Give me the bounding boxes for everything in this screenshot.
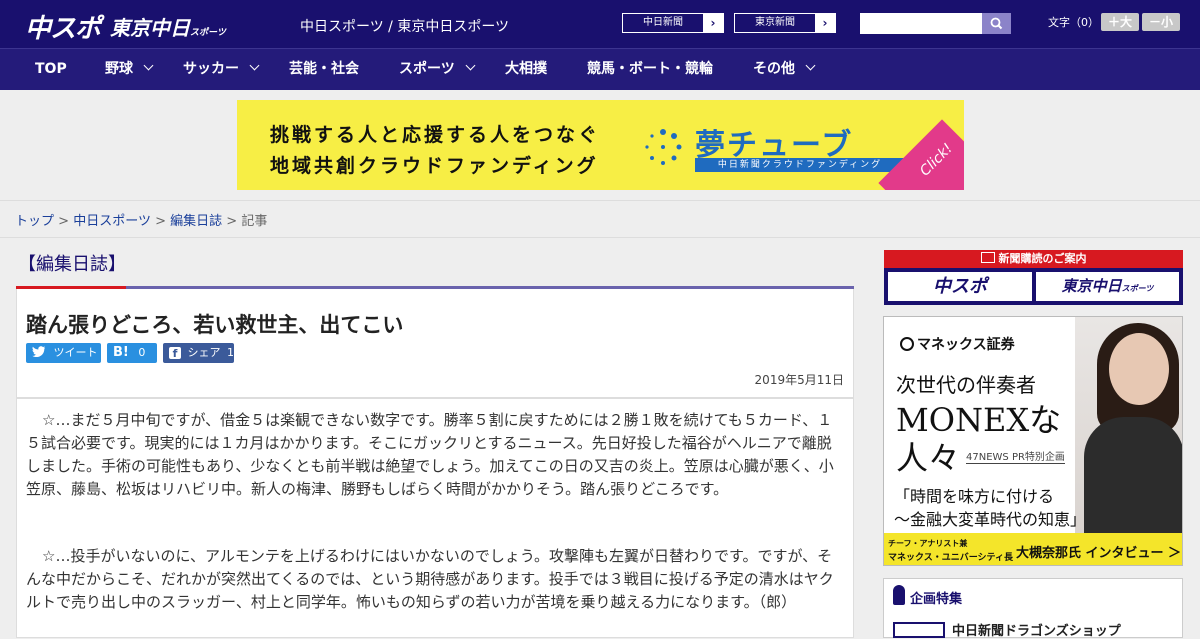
article-title: 踏ん張りどころ、若い救世主、出てこい <box>26 313 404 337</box>
nav-item-label: 大相撲 <box>505 61 547 77</box>
nav-item-entertainment[interactable]: 芸能・社会 <box>289 49 359 90</box>
ad-quote-1: 「時間を味方に付ける <box>894 487 1055 506</box>
nav-item-label: スポーツ <box>399 61 455 77</box>
nav-item-label: 芸能・社会 <box>289 61 359 77</box>
subscribe-tokyo-chunichi-small: スポーツ <box>1121 284 1154 293</box>
nav-item-sports[interactable]: スポーツ <box>399 49 476 90</box>
breadcrumb-top[interactable]: トップ <box>15 214 54 229</box>
nav-item-label: 野球 <box>105 61 133 77</box>
article-date: 2019年5月11日 <box>754 373 844 387</box>
nav-item-label: TOP <box>35 61 67 77</box>
site-title[interactable]: 中日スポーツ / 東京中日スポーツ <box>300 16 509 36</box>
breadcrumb-separator: > <box>155 214 166 229</box>
facebook-share-count: 1 <box>227 346 234 359</box>
category-heading: 【編集日誌】 <box>18 254 126 275</box>
header-bar: 中スポ 東京中日スポーツ 中日スポーツ / 東京中日スポーツ 中日新聞 › 東京… <box>0 0 1200 48</box>
nav-item-top[interactable]: TOP <box>35 49 67 90</box>
ad-role-2: マネックス・ユニバーシティ長 <box>888 553 1014 563</box>
font-larger-button[interactable]: ＋大 <box>1101 13 1139 31</box>
search-input[interactable] <box>860 13 982 34</box>
monex-brand-label: マネックス証券 <box>917 337 1015 353</box>
ad-interviewee-name: 大槻奈那氏 インタビュー ＞ <box>1016 546 1182 561</box>
ad-role-1: チーフ・アナリスト兼 <box>888 539 968 548</box>
monex-logo-icon <box>900 337 914 351</box>
ad-title-3: 人々 <box>896 439 961 477</box>
nav-item-sumo[interactable]: 大相撲 <box>505 49 547 90</box>
banner-subtitle: 中日新聞クラウドファンディング <box>695 158 905 172</box>
ribbon-icon <box>893 585 905 605</box>
subscribe-tokyo-chunichi-link[interactable]: 東京中日スポーツ <box>1036 272 1179 301</box>
facebook-share-label: シェア <box>187 346 221 359</box>
breadcrumb-chunichi-sports[interactable]: 中日スポーツ <box>73 214 151 229</box>
hatena-count: 0 <box>138 346 146 359</box>
chevron-down-icon <box>465 60 476 71</box>
chevron-down-icon <box>249 60 260 71</box>
subscription-title-label: 新聞購読のご案内 <box>998 252 1087 265</box>
nav-item-soccer[interactable]: サッカー <box>183 49 260 90</box>
breadcrumb-current: 記事 <box>241 214 268 229</box>
tokyo-chunichi-logo-text: 東京中日 <box>110 16 190 40</box>
portrait-face <box>1109 333 1169 405</box>
banner-line-1: 挑戦する人と応援する人をつなぐ <box>270 124 601 146</box>
facebook-share-button[interactable]: f シェア 1 <box>163 343 234 363</box>
chuspo-logo[interactable]: 中スポ <box>25 8 101 45</box>
subscribe-tokyo-chunichi-label: 東京中日 <box>1061 277 1122 295</box>
ad-quote-2: ～金融大変革時代の知恵」 <box>894 510 1087 529</box>
facebook-icon: f <box>169 347 181 360</box>
portrait-body <box>1084 417 1182 533</box>
nav-item-racing[interactable]: 競馬・ボート・競輪 <box>587 49 713 90</box>
chunichi-shimbun-link[interactable]: 中日新聞 › <box>622 13 724 33</box>
feature-title: 企画特集 <box>910 592 963 607</box>
newspaper-icon <box>980 252 995 263</box>
tweet-button[interactable]: ツイート <box>26 343 101 363</box>
tokyo-shimbun-label: 東京新聞 <box>755 17 795 28</box>
chevron-right-icon: › <box>815 14 835 32</box>
ad-pr-tag: 47NEWS PR特別企画 <box>966 448 1065 464</box>
tweet-label: ツイート <box>53 346 98 359</box>
search-button[interactable] <box>982 13 1011 34</box>
monex-ad[interactable]: マネックス証券 次世代の伴奏者 MONEXな 人々 47NEWS PR特別企画 … <box>883 316 1183 566</box>
ad-title-1: 次世代の伴奏者 <box>896 373 1036 397</box>
chevron-right-icon: › <box>703 14 723 32</box>
breadcrumb-separator: > <box>58 214 70 229</box>
nav-item-baseball[interactable]: 野球 <box>105 49 154 90</box>
breadcrumb: トップ > 中日スポーツ > 編集日誌 > 記事 <box>15 210 267 229</box>
monex-brand: マネックス証券 <box>900 334 1015 354</box>
dots-logo-icon <box>645 129 682 165</box>
font-smaller-button[interactable]: －小 <box>1142 13 1180 31</box>
nav-item-label: サッカー <box>183 61 239 77</box>
feature-thumbnail[interactable] <box>893 622 945 638</box>
chevron-down-icon <box>805 60 816 71</box>
breadcrumb-editorial-diary[interactable]: 編集日誌 <box>170 214 222 229</box>
main-nav: TOP 野球 サッカー 芸能・社会 スポーツ 大相撲 競馬・ボート・競輪 その他 <box>0 48 1200 90</box>
article-paragraph: ☆…投手がいないのに、アルモンテを上げるわけにはいかないのでしょう。攻撃陣も左翼… <box>26 547 834 611</box>
chunichi-shimbun-label: 中日新聞 <box>643 17 683 28</box>
search-icon <box>990 17 1003 30</box>
nav-item-other[interactable]: その他 <box>753 49 816 90</box>
hatena-icon: B! <box>113 345 129 360</box>
banner-line-2: 地域共創クラウドファンディング <box>270 155 599 177</box>
tokyo-chunichi-logo-small: スポーツ <box>190 28 226 38</box>
subscription-title[interactable]: 新聞購読のご案内 <box>884 250 1183 268</box>
twitter-icon <box>32 346 45 358</box>
breadcrumb-separator: > <box>226 214 238 229</box>
crowdfunding-banner[interactable]: 挑戦する人と応援する人をつなぐ 地域共創クラウドファンディング 夢チューブ 中日… <box>237 100 964 190</box>
tokyo-chunichi-logo[interactable]: 東京中日スポーツ <box>110 12 226 41</box>
nav-item-label: その他 <box>753 61 795 77</box>
article-paragraph: ☆…まだ５月中旬ですが、借金５は楽観できない数字です。勝率５割に戻すためには２勝… <box>26 411 834 498</box>
chevron-down-icon <box>143 60 154 71</box>
hatena-bookmark-button[interactable]: B! 0 <box>107 343 157 363</box>
nav-item-label: 競馬・ボート・競輪 <box>587 61 713 77</box>
font-size-label: 文字（0） <box>1048 16 1099 29</box>
subscribe-chuspo-link[interactable]: 中スポ <box>888 272 1032 301</box>
tokyo-shimbun-link[interactable]: 東京新聞 › <box>734 13 836 33</box>
